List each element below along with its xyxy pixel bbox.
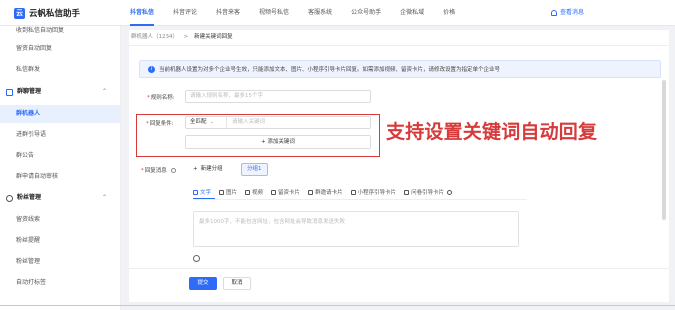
breadcrumb-parent[interactable]: 群机器人（1234） bbox=[131, 34, 178, 40]
fans-icon bbox=[6, 194, 13, 202]
tab-text[interactable]: 文字 bbox=[193, 186, 211, 198]
chevron-up-icon: ⌃ bbox=[101, 194, 107, 201]
sidebar-item-join-approval[interactable]: 群申请自动审核 bbox=[0, 168, 120, 186]
bell-icon bbox=[551, 10, 557, 16]
info-alert: i 当前机器人设置为对多个企业号生效，只能添加文本、图片、小程序引导卡片回复。如… bbox=[139, 60, 661, 78]
text-icon bbox=[193, 189, 198, 195]
invite-icon bbox=[308, 189, 314, 195]
required-mark: * bbox=[147, 95, 150, 101]
tab-lead-card[interactable]: 留资卡片 bbox=[271, 186, 300, 198]
sidebar-group-fans[interactable]: 粉丝管理 ⌃ bbox=[0, 189, 120, 207]
image-icon bbox=[219, 189, 225, 195]
chat-group-icon bbox=[6, 88, 13, 96]
nav-item-customer-service[interactable]: 客服系统 bbox=[308, 0, 332, 26]
condition-label: *回复条件: bbox=[146, 119, 174, 127]
info-icon: i bbox=[148, 65, 155, 73]
help-icon[interactable] bbox=[170, 168, 176, 173]
bottom-accent-line bbox=[0, 305, 675, 306]
sidebar: 收到私信自动回复 留资自动回复 私信群发 群聊管理 ⌃ 群机器人 进群引导语 群… bbox=[0, 26, 121, 310]
view-messages-label: 查看消息 bbox=[560, 9, 585, 16]
nav-item-wecom-private[interactable]: 企微私域 bbox=[400, 0, 424, 26]
match-type-select[interactable]: 全匹配 ⌄ bbox=[186, 117, 227, 128]
reply-textarea[interactable]: 最多1000字，不能包含网址，包含网址会导致消息发送失败 bbox=[193, 211, 519, 247]
main-nav: 抖音私信 抖音评论 抖音来客 视频号私信 客服系统 公众号助手 企微私域 价格 bbox=[130, 0, 474, 26]
annotation-callout: 支持设置关键词自动回复 bbox=[386, 121, 598, 143]
new-group-label: 新建分组 bbox=[200, 166, 223, 172]
group-tag-1[interactable]: 分组1 bbox=[241, 163, 268, 176]
tab-divider bbox=[193, 199, 527, 200]
sidebar-item-fan-reminder[interactable]: 粉丝提醒 bbox=[0, 232, 120, 250]
nav-item-douyin-comment[interactable]: 抖音评论 bbox=[173, 0, 197, 26]
sidebar-item-group-bot[interactable]: 群机器人 bbox=[0, 105, 120, 123]
tab-image[interactable]: 图片 bbox=[219, 186, 237, 198]
breadcrumb-current: 新建关键词回复 bbox=[194, 34, 233, 40]
footer-divider bbox=[129, 268, 669, 269]
nav-item-douyin-dm[interactable]: 抖音私信 bbox=[130, 0, 155, 26]
condition-label-text: 回复条件: bbox=[149, 121, 174, 127]
view-messages-link[interactable]: 查看消息 bbox=[551, 0, 584, 26]
submit-button[interactable]: 提交 bbox=[189, 277, 217, 290]
alert-text: 当前机器人设置为对多个企业号生效，只能添加文本、图片、小程序引导卡片回复。如需添… bbox=[159, 67, 501, 73]
rule-name-input[interactable]: 请输入规则名称，最多15个字 bbox=[185, 90, 371, 103]
breadcrumb-separator: > bbox=[183, 34, 189, 40]
sidebar-item-dm-broadcast[interactable]: 私信群发 bbox=[0, 61, 120, 79]
emoji-icon[interactable] bbox=[193, 255, 200, 262]
plus-icon: + bbox=[193, 166, 198, 172]
logo-icon: 云 bbox=[14, 7, 25, 19]
miniprogram-icon bbox=[350, 189, 356, 195]
app-logo[interactable]: 云 云帆私信助手 bbox=[14, 7, 80, 19]
add-keyword-button[interactable]: + 添加关键词 bbox=[185, 135, 371, 149]
scrollbar-thumb[interactable] bbox=[662, 80, 666, 220]
sidebar-item-auto-tag[interactable]: 自动打标签 bbox=[0, 274, 120, 292]
nav-item-official-account[interactable]: 公众号助手 bbox=[351, 0, 381, 26]
tab-video-label: 视频 bbox=[252, 190, 264, 196]
nav-item-channels-dm[interactable]: 视频号私信 bbox=[259, 0, 289, 26]
required-mark: * bbox=[146, 121, 149, 127]
match-type-value: 全匹配 bbox=[190, 119, 207, 125]
tab-group-invite-card[interactable]: 群邀请卡片 bbox=[308, 186, 343, 198]
nav-item-pricing[interactable]: 价格 bbox=[443, 0, 455, 26]
new-group-button[interactable]: + 新建分组 bbox=[193, 163, 223, 176]
sidebar-group-label: 群聊管理 bbox=[17, 88, 42, 95]
reply-type-tabs: 文字 图片 视频 留资卡片 群邀请卡片 小程序引导卡片 问卷引导卡片 bbox=[193, 186, 462, 198]
tab-video[interactable]: 视频 bbox=[245, 186, 263, 198]
sidebar-item-join-guide[interactable]: 进群引导语 bbox=[0, 126, 120, 144]
tab-image-label: 图片 bbox=[226, 190, 238, 196]
chevron-down-icon: ⌄ bbox=[209, 119, 215, 125]
nav-item-douyin-laike[interactable]: 抖音来客 bbox=[216, 0, 240, 26]
tab-miniprogram-card[interactable]: 小程序引导卡片 bbox=[350, 186, 397, 198]
sidebar-item-group-notice[interactable]: 群公告 bbox=[0, 147, 120, 165]
rule-name-label: *规则名称: bbox=[147, 93, 175, 101]
sidebar-group-label: 粉丝管理 bbox=[17, 194, 42, 201]
tab-text-label: 文字 bbox=[200, 190, 212, 196]
reply-label: *回复消息 bbox=[141, 166, 176, 174]
sidebar-item-dm-auto-reply[interactable]: 收到私信自动回复 bbox=[0, 26, 120, 40]
sidebar-item-leads[interactable]: 留资线索 bbox=[0, 211, 120, 229]
keyword-input[interactable]: 请输入关键词 bbox=[232, 117, 265, 128]
help-icon[interactable] bbox=[447, 189, 453, 195]
rule-name-label-text: 规则名称: bbox=[150, 95, 175, 101]
reply-label-text: 回复消息 bbox=[144, 168, 167, 174]
tab-survey-label: 问卷引导卡片 bbox=[411, 190, 445, 196]
tab-survey-card[interactable]: 问卷引导卡片 bbox=[404, 186, 454, 198]
tab-lead-card-label: 留资卡片 bbox=[278, 190, 301, 196]
tab-group-invite-label: 群邀请卡片 bbox=[315, 190, 343, 196]
sidebar-item-fan-management[interactable]: 粉丝管理 bbox=[0, 253, 120, 271]
sidebar-group-group-chat[interactable]: 群聊管理 ⌃ bbox=[0, 83, 120, 101]
keyword-input-group: 全匹配 ⌄ 请输入关键词 bbox=[185, 116, 371, 129]
video-icon bbox=[245, 189, 251, 195]
top-navbar: 云 云帆私信助手 抖音私信 抖音评论 抖音来客 视频号私信 客服系统 公众号助手… bbox=[0, 0, 675, 26]
required-mark: * bbox=[141, 168, 144, 174]
cancel-button[interactable]: 取消 bbox=[223, 277, 251, 290]
survey-icon bbox=[404, 189, 410, 195]
tab-miniprogram-label: 小程序引导卡片 bbox=[357, 190, 397, 196]
chevron-up-icon: ⌃ bbox=[101, 88, 107, 95]
breadcrumb: 群机器人（1234） > 新建关键词回复 bbox=[129, 30, 669, 46]
app-title: 云帆私信助手 bbox=[29, 9, 81, 19]
sidebar-item-lead-auto-reply[interactable]: 留资自动回复 bbox=[0, 40, 120, 58]
card-icon bbox=[271, 189, 277, 195]
